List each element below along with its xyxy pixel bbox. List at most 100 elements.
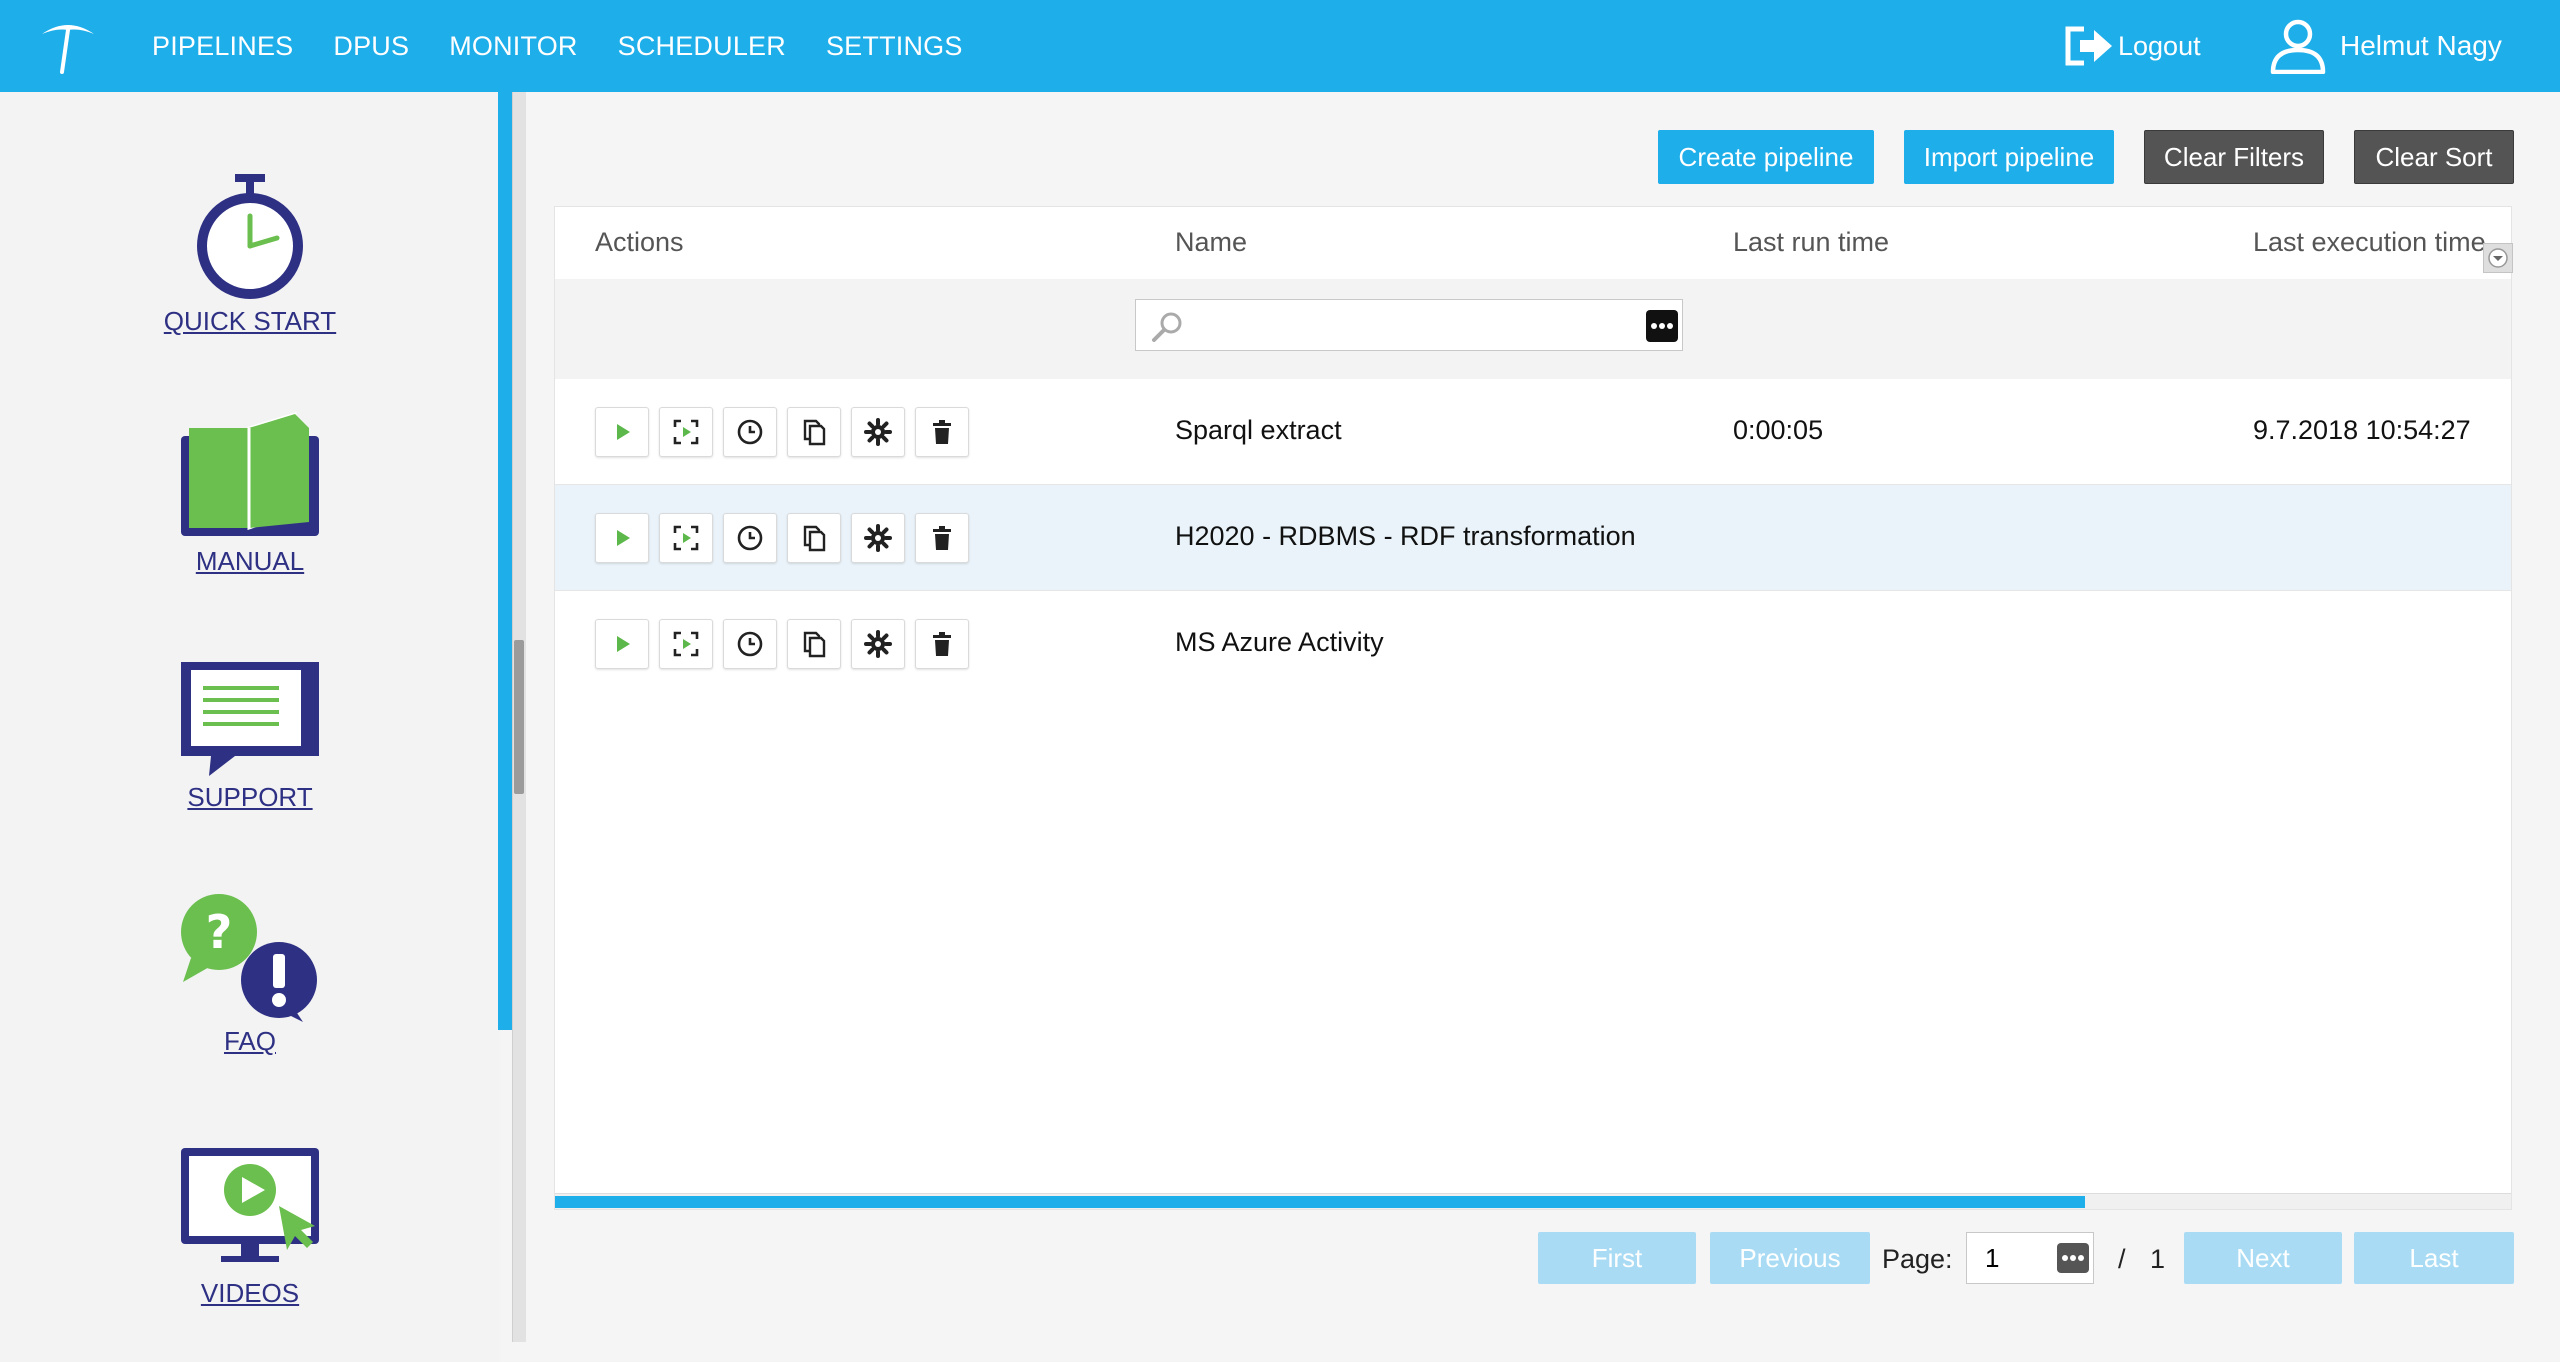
filter-row (555, 279, 2511, 379)
filter-options-button[interactable] (1646, 310, 1678, 342)
logout-button[interactable]: Logout (2062, 22, 2201, 70)
column-header-last-execution-time[interactable]: Last execution time (2253, 227, 2493, 258)
trash-icon (933, 632, 951, 656)
column-header-actions: Actions (595, 227, 684, 257)
settings-button[interactable] (851, 407, 905, 457)
pipeline-name[interactable]: MS Azure Activity (1175, 627, 1384, 658)
gear-icon (864, 524, 892, 552)
nav-pipelines[interactable]: PIPELINES (152, 31, 293, 62)
row-actions (595, 619, 979, 669)
table-header: Actions Name Last run time Last executio… (555, 207, 2513, 279)
clear-filters-button[interactable]: Clear Filters (2144, 130, 2324, 184)
import-pipeline-button[interactable]: Import pipeline (1904, 130, 2114, 184)
copy-icon (803, 525, 826, 552)
sidebar-label-videos[interactable]: VIDEOS (100, 1278, 400, 1309)
stopwatch-icon (197, 174, 303, 299)
copy-button[interactable] (787, 407, 841, 457)
page-separator: / (2118, 1244, 2126, 1274)
column-header-name[interactable]: Name (1175, 227, 1247, 258)
row-actions (595, 407, 979, 457)
help-sidebar: QUICK START MANUAL SUPPORT ? FAQ VIDEOS (0, 92, 500, 1362)
table-horizontal-scrollbar[interactable] (555, 1193, 2511, 1209)
play-icon (617, 636, 630, 652)
user-menu[interactable]: Helmut Nagy (2268, 18, 2502, 74)
clock-icon (737, 631, 763, 657)
copy-icon (803, 419, 826, 446)
trash-icon (933, 526, 951, 550)
sidebar-label-support[interactable]: SUPPORT (100, 782, 400, 813)
settings-button[interactable] (851, 619, 905, 669)
main-nav: PIPELINES DPUS MONITOR SCHEDULER SETTING… (152, 0, 1003, 92)
clock-icon (737, 419, 763, 445)
name-filter-input[interactable] (1188, 304, 1628, 346)
column-menu-button[interactable] (2483, 243, 2513, 273)
sidebar-scrollbar-thumb[interactable] (514, 640, 524, 794)
top-navigation-bar: PIPELINES DPUS MONITOR SCHEDULER SETTING… (0, 0, 2560, 92)
user-name: Helmut Nagy (2340, 30, 2502, 61)
next-page-button[interactable]: Next (2184, 1232, 2342, 1284)
nav-settings[interactable]: SETTINGS (826, 31, 963, 62)
nav-monitor[interactable]: MONITOR (449, 31, 577, 62)
debug-button[interactable] (659, 619, 713, 669)
run-button[interactable] (595, 619, 649, 669)
pipeline-name[interactable]: H2020 - RDBMS - RDF transformation (1175, 521, 1636, 552)
column-header-last-run-time[interactable]: Last run time (1733, 227, 1889, 258)
table-row[interactable]: H2020 - RDBMS - RDF transformation (555, 485, 2511, 591)
last-run-time: 0:00:05 (1733, 415, 1824, 445)
schedule-button[interactable] (723, 513, 777, 563)
page-number-input[interactable] (1985, 1239, 2055, 1277)
table-row[interactable]: Sparql extract 0:00:05 9.7.2018 10:54:27 (555, 379, 2511, 485)
sidebar-item-quick-start[interactable]: QUICK START (100, 172, 400, 337)
play-icon (617, 424, 630, 440)
nav-scheduler[interactable]: SCHEDULER (618, 31, 786, 62)
run-button[interactable] (595, 407, 649, 457)
chevron-down-icon (2488, 248, 2508, 268)
book-icon (181, 412, 319, 536)
schedule-button[interactable] (723, 619, 777, 669)
run-button[interactable] (595, 513, 649, 563)
delete-button[interactable] (915, 513, 969, 563)
previous-page-button[interactable]: Previous (1710, 1232, 1870, 1284)
nav-dpus[interactable]: DPUS (333, 31, 409, 62)
trash-icon (933, 420, 951, 444)
page-options-button[interactable] (2057, 1243, 2089, 1273)
sidebar-label-manual[interactable]: MANUAL (100, 546, 400, 577)
table-row[interactable]: MS Azure Activity (555, 591, 2511, 697)
chat-bubble-icon (181, 662, 319, 776)
clear-sort-button[interactable]: Clear Sort (2354, 130, 2514, 184)
schedule-button[interactable] (723, 407, 777, 457)
copy-button[interactable] (787, 619, 841, 669)
gear-icon (864, 418, 892, 446)
total-pages: 1 (2150, 1244, 2166, 1274)
more-icon (1651, 323, 1673, 329)
sidebar-item-videos[interactable]: VIDEOS (100, 1144, 400, 1309)
last-page-button[interactable]: Last (2354, 1232, 2514, 1284)
settings-button[interactable] (851, 513, 905, 563)
debug-button[interactable] (659, 513, 713, 563)
more-icon (2062, 1255, 2084, 1261)
debug-run-icon (673, 525, 699, 551)
sidebar-item-support[interactable]: SUPPORT (100, 658, 400, 813)
first-page-button[interactable]: First (1538, 1232, 1696, 1284)
table-horizontal-scrollbar-thumb[interactable] (555, 1196, 2085, 1208)
copy-button[interactable] (787, 513, 841, 563)
pipeline-name[interactable]: Sparql extract (1175, 415, 1342, 446)
copy-icon (803, 631, 826, 658)
clock-icon (737, 525, 763, 551)
search-icon (1152, 312, 1182, 342)
delete-button[interactable] (915, 407, 969, 457)
logo-icon[interactable] (40, 20, 96, 74)
svg-text:?: ? (206, 905, 233, 959)
sidebar-item-manual[interactable]: MANUAL (100, 412, 400, 577)
sidebar-label-faq[interactable]: FAQ (100, 1026, 400, 1057)
monitor-play-icon (181, 1148, 319, 1262)
play-icon (617, 530, 630, 546)
create-pipeline-button[interactable]: Create pipeline (1658, 130, 1874, 184)
sidebar-item-faq[interactable]: ? FAQ (100, 892, 400, 1057)
row-actions (595, 513, 979, 563)
debug-run-icon (673, 419, 699, 445)
sidebar-label-quick-start[interactable]: QUICK START (100, 306, 400, 337)
delete-button[interactable] (915, 619, 969, 669)
debug-button[interactable] (659, 407, 713, 457)
pipelines-table: Actions Name Last run time Last executio… (554, 206, 2513, 1210)
